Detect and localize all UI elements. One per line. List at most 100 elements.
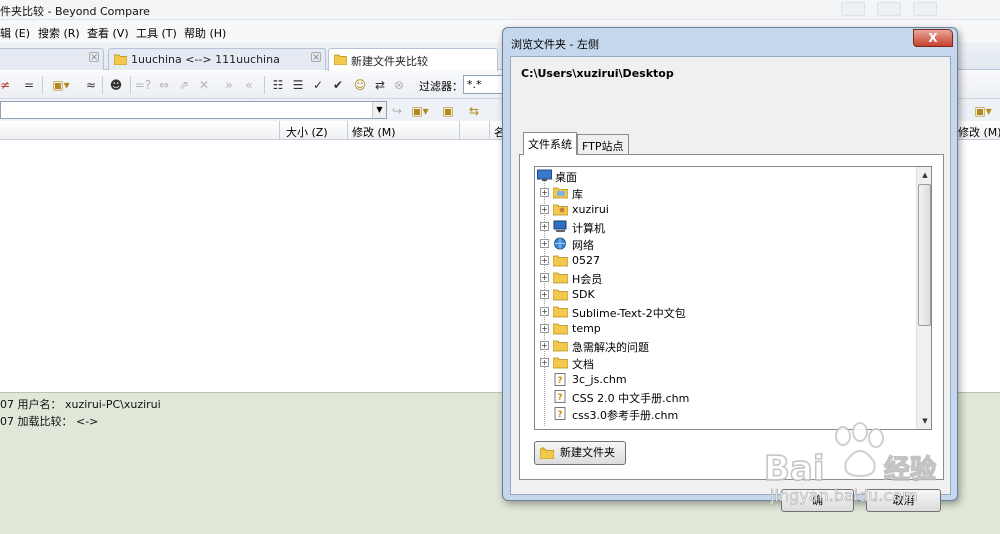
check-icon[interactable]: ✓ xyxy=(310,76,326,94)
toolbar-separator xyxy=(102,76,103,94)
menu-search[interactable]: 搜索 (R) xyxy=(38,25,80,41)
tree-item-3c-js-chm[interactable]: ? 3c_js.chm xyxy=(535,371,918,388)
head-icon[interactable]: ☺ xyxy=(352,76,368,94)
expand-icon[interactable]: + xyxy=(540,273,549,282)
tree-item-desktop[interactable]: 桌面 xyxy=(535,167,918,184)
scroll-up-icon[interactable]: ▲ xyxy=(917,167,931,183)
scroll-down-icon[interactable]: ▼ xyxy=(917,413,931,429)
tab-ftp-sites[interactable]: FTP站点 xyxy=(577,134,629,154)
expand-icon[interactable]: + xyxy=(540,256,549,265)
left-path-combo[interactable]: ▼ xyxy=(0,101,387,119)
tree-item-css2-chm[interactable]: ? CSS 2.0 中文手册.chm xyxy=(535,388,918,405)
agent-icon[interactable]: ☻ xyxy=(108,76,124,94)
parent-folder-icon[interactable]: ▣ xyxy=(440,102,456,120)
folder-compare-icon xyxy=(334,54,347,65)
next-icon[interactable]: » xyxy=(220,76,238,94)
check-all-icon[interactable]: ✔ xyxy=(330,76,346,94)
menu-help[interactable]: 帮助 (H) xyxy=(184,25,226,41)
tab-new-folder-compare[interactable]: 新建文件夹比较 xyxy=(328,48,498,71)
tree-item-urgent-issues[interactable]: + 急需解决的问题 xyxy=(535,337,918,354)
folder-icon xyxy=(553,357,568,369)
diffs-icon[interactable]: ≠ xyxy=(0,76,10,94)
tree-item-library[interactable]: + 库 xyxy=(535,184,918,201)
scroll-thumb[interactable] xyxy=(918,184,931,326)
folder-compare-icon xyxy=(114,54,127,65)
tree-item-sublime[interactable]: + Sublime-Text-2中文包 xyxy=(535,303,918,320)
tab-file-system[interactable]: 文件系统 xyxy=(523,132,577,155)
tab-label: 新建文件夹比较 xyxy=(351,55,428,68)
expand-icon[interactable]: + xyxy=(540,222,549,231)
tab-uuchina-compare[interactable]: 1uuchina <--> 111uuchina × xyxy=(108,48,326,70)
tab-label: 1uuchina <--> 111uuchina xyxy=(131,53,280,66)
folder-tree[interactable]: 桌面 + 库 + xuzirui + 计算机 + 网络 + 0527 + H会员… xyxy=(534,166,932,430)
list-icon[interactable]: ☰ xyxy=(290,76,306,94)
expand-icon[interactable]: + xyxy=(540,239,549,248)
expand-icon[interactable]: + xyxy=(540,205,549,214)
toolbar-separator xyxy=(42,76,43,94)
minimize-button[interactable] xyxy=(841,2,865,16)
filter-folder-icon[interactable]: ▣▾ xyxy=(48,76,74,94)
folder-icon xyxy=(553,306,568,318)
new-folder-button[interactable]: 新建文件夹 xyxy=(534,441,626,465)
ok-button[interactable]: 确 xyxy=(781,489,854,512)
folder-icon xyxy=(553,255,568,267)
tree-item-h-member[interactable]: + H会员 xyxy=(535,269,918,286)
column-separator xyxy=(489,121,490,139)
column-modified-right[interactable]: 修改 (M) xyxy=(958,124,1000,140)
menu-view[interactable]: 查看 (V) xyxy=(87,25,129,41)
expand-icon[interactable]: + xyxy=(540,358,549,367)
app-titlebar: 件夹比较 - Beyond Compare xyxy=(0,0,1000,20)
expand-icon[interactable]: + xyxy=(540,290,549,299)
filter-label: 过滤器： xyxy=(419,80,463,93)
svg-text:?: ? xyxy=(557,376,562,386)
tree-item-label: 3c_js.chm xyxy=(572,373,627,386)
tree-item-computer[interactable]: + 计算机 xyxy=(535,218,918,235)
move-icon[interactable]: ⇗ xyxy=(176,76,192,94)
swap-icon[interactable]: ⇄ xyxy=(372,76,388,94)
approx-icon[interactable]: ≈ xyxy=(84,76,98,94)
tab-close-icon[interactable]: × xyxy=(89,52,99,63)
delete-icon[interactable]: ✕ xyxy=(196,76,212,94)
tree-item-sdk[interactable]: + SDK xyxy=(535,286,918,303)
tree-item-network[interactable]: + 网络 xyxy=(535,235,918,252)
folder-icon xyxy=(553,272,568,284)
same-icon[interactable]: = xyxy=(22,76,36,94)
column-size[interactable]: 大小 (Z) xyxy=(286,124,328,140)
prev-icon[interactable]: « xyxy=(240,76,258,94)
tree-item-temp[interactable]: + temp xyxy=(535,320,918,337)
expand-icon[interactable]: + xyxy=(540,307,549,316)
menu-edit[interactable]: 辑 (E) xyxy=(0,25,30,41)
column-separator xyxy=(347,121,348,139)
tree-item-label: 网络 xyxy=(572,239,594,252)
dialog-close-button[interactable]: X xyxy=(913,29,953,47)
menu-tools[interactable]: 工具 (T) xyxy=(136,25,177,41)
column-separator xyxy=(459,121,460,139)
tree-item-label: xuzirui xyxy=(572,203,609,216)
compare-icon[interactable]: =? xyxy=(134,76,152,94)
expand-icon[interactable]: + xyxy=(540,324,549,333)
tree-item-label: temp xyxy=(572,322,601,335)
expand-icon[interactable]: + xyxy=(540,341,549,350)
tab-close-icon[interactable]: × xyxy=(311,52,321,63)
cancel-button[interactable]: 取消 xyxy=(866,489,941,512)
tab-previous-partial[interactable]: × xyxy=(0,48,104,70)
column-modified[interactable]: 修改 (M) xyxy=(352,124,396,140)
library-icon xyxy=(553,187,568,199)
chevron-down-icon[interactable]: ▼ xyxy=(372,102,386,118)
tree-item-documents[interactable]: + 文档 xyxy=(535,354,918,371)
tree-scrollbar[interactable]: ▲ ▼ xyxy=(916,167,931,429)
tree-icon[interactable]: ☷ xyxy=(270,76,286,94)
right-browse-folder-icon[interactable]: ▣▾ xyxy=(970,102,996,120)
browse-folder-icon[interactable]: ▣▾ xyxy=(410,102,430,120)
swap-sides-icon[interactable]: ⇆ xyxy=(466,102,482,120)
close-window-button[interactable] xyxy=(913,2,937,16)
expand-icon[interactable]: + xyxy=(540,188,549,197)
copy-right-icon[interactable]: ⇔ xyxy=(156,76,172,94)
tree-item-0527[interactable]: + 0527 xyxy=(535,252,918,269)
tree-item-xuzirui[interactable]: + xuzirui xyxy=(535,201,918,218)
stop-icon[interactable]: ⊗ xyxy=(392,76,406,94)
back-arrow-icon[interactable]: ↪ xyxy=(390,102,404,120)
tree-item-css3-chm[interactable]: ? css3.0参考手册.chm xyxy=(535,405,918,422)
maximize-button[interactable] xyxy=(877,2,901,16)
column-separator xyxy=(279,121,280,139)
